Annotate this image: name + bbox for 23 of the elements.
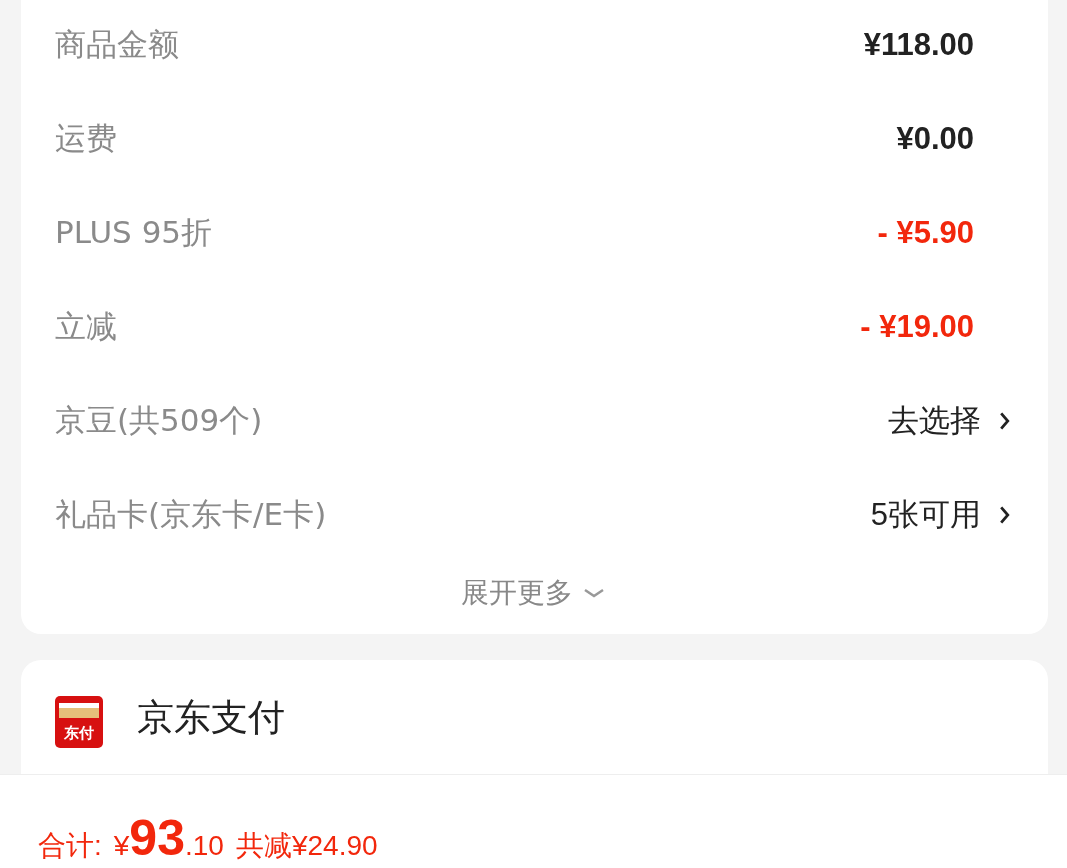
summary-label: 商品金额: [55, 25, 179, 64]
payment-title: 京东支付: [137, 696, 285, 741]
summary-label: PLUS 95折: [55, 213, 213, 252]
summary-label: 礼品卡(京东卡/E卡): [55, 495, 327, 534]
currency-symbol: ¥: [113, 830, 130, 862]
expand-more-button[interactable]: 展开更多: [460, 574, 605, 612]
discount-value: - ¥19.00: [860, 309, 974, 345]
total-label: 合计:: [38, 829, 102, 863]
amount-value: ¥0.00: [896, 121, 974, 157]
total-integer: 93: [129, 809, 185, 867]
summary-label: 立减: [55, 307, 117, 346]
chevron-right-icon: [999, 504, 1010, 526]
total-decimal: .10: [185, 830, 224, 862]
summary-label: 运费: [55, 119, 117, 158]
savings-text: 共减¥24.90: [235, 829, 378, 863]
payment-logo: 东付: [55, 696, 103, 748]
chevron-down-icon: [582, 587, 605, 599]
chevron-right-icon: [999, 410, 1010, 432]
amount-value: ¥118.00: [863, 27, 974, 63]
discount-value: - ¥5.90: [877, 215, 974, 251]
select-link[interactable]: 5张可用: [870, 494, 1010, 536]
summary-label: 京豆(共509个): [55, 401, 263, 440]
select-link[interactable]: 去选择: [888, 400, 1010, 442]
